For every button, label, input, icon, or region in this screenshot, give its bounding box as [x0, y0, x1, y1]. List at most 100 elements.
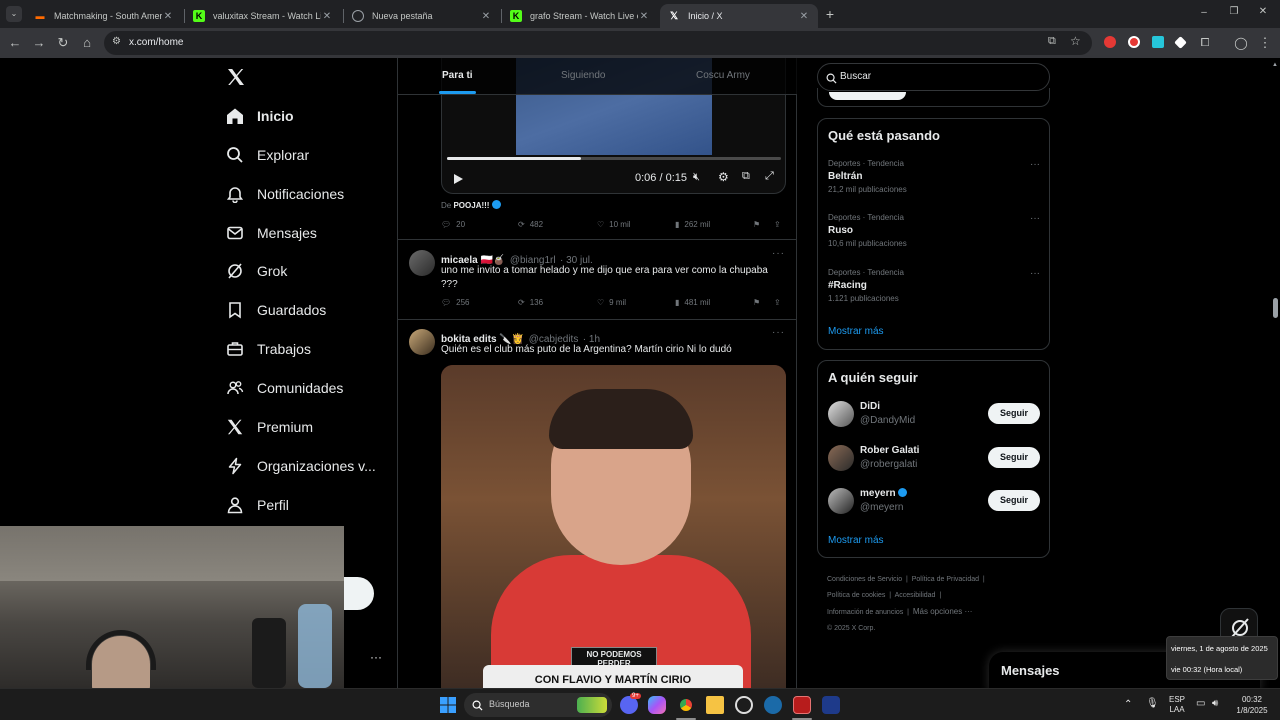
footer-link[interactable]: Accesibilidad: [895, 592, 936, 599]
bookmark-star-icon[interactable]: ☆: [1070, 34, 1081, 48]
post[interactable]: bokita edits 🔪👸 @cabjedits · 1h ··· Quié…: [398, 320, 797, 688]
tab-para-ti[interactable]: Para ti: [442, 70, 473, 81]
sidebar-item-perfil[interactable]: Perfil: [226, 493, 289, 517]
mute-icon[interactable]: 🔇︎: [693, 171, 700, 184]
video-progress-track[interactable]: [447, 157, 781, 160]
follow-suggestion[interactable]: DiDi @DandyMid Seguir: [828, 399, 1040, 429]
tab-close-icon[interactable]: ✕: [798, 11, 810, 22]
network-icon[interactable]: ▭: [1196, 698, 1205, 709]
footer-link[interactable]: Política de Privacidad: [912, 576, 979, 583]
page-scrollbar[interactable]: ▲: [1270, 58, 1280, 688]
sidebar-item-grok[interactable]: Grok: [226, 259, 287, 283]
new-tab-button[interactable]: +: [822, 6, 838, 22]
steam-icon[interactable]: [764, 696, 782, 714]
volume-icon[interactable]: 🔊︎: [1212, 698, 1218, 709]
scrollbar-thumb[interactable]: [1273, 298, 1278, 318]
sidebar-item-guardados[interactable]: Guardados: [226, 298, 326, 322]
avatar[interactable]: [828, 488, 854, 514]
start-button[interactable]: [440, 697, 456, 713]
tab-siguiendo[interactable]: Siguiendo: [561, 70, 605, 81]
extension-icon[interactable]: [1104, 36, 1116, 48]
tab-close-icon[interactable]: ✕: [321, 11, 333, 22]
tab-close-icon[interactable]: ✕: [162, 11, 174, 22]
follow-button[interactable]: Seguir: [988, 403, 1040, 424]
follow-button[interactable]: Seguir: [988, 490, 1040, 511]
trend-item[interactable]: Deportes · Tendencia Ruso 10,6 mil publi…: [828, 213, 1040, 248]
views-button[interactable]: ▮ 481 mil: [675, 298, 710, 307]
scroll-up-arrow[interactable]: ▲: [1272, 62, 1278, 68]
footer-link[interactable]: Información de anuncios: [827, 609, 903, 616]
bookmark-icon[interactable]: ⚑: [753, 298, 760, 307]
footer-link[interactable]: Política de cookies: [827, 592, 885, 599]
footer-link[interactable]: Condiciones de Servicio: [827, 576, 902, 583]
browser-tab-active[interactable]: 𝕏 Inicio / X ✕: [660, 4, 818, 28]
reply-button[interactable]: 💬︎ 20: [441, 220, 465, 229]
post-video[interactable]: NO PODEMOS PERDER CON FLAVIO Y MARTÍN CI…: [441, 365, 786, 688]
microphone-icon[interactable]: 🎙︎: [1146, 698, 1159, 709]
obs-icon[interactable]: [735, 696, 753, 714]
like-button[interactable]: ♡ 10 mil: [597, 220, 631, 229]
sidebar-item-premium[interactable]: Premium: [226, 415, 313, 439]
extension-icon[interactable]: [1174, 36, 1187, 49]
taskbar-search[interactable]: Búsqueda: [464, 693, 612, 717]
trend-more-icon[interactable]: ···: [1030, 268, 1040, 279]
trend-item[interactable]: Deportes · Tendencia #Racing 1.121 publi…: [828, 268, 1040, 303]
post-more-icon[interactable]: ···: [772, 327, 785, 338]
reload-icon[interactable]: ↻: [54, 34, 72, 52]
sidebar-item-trabajos[interactable]: Trabajos: [226, 337, 311, 361]
close-window-button[interactable]: ✕: [1255, 6, 1271, 17]
follow-suggestion[interactable]: Rober Galati @robergalati Seguir: [828, 443, 1040, 473]
copilot-icon[interactable]: [648, 696, 666, 714]
avatar[interactable]: [409, 329, 435, 355]
trend-more-icon[interactable]: ···: [1030, 213, 1040, 224]
post-more-icon[interactable]: ···: [772, 248, 785, 259]
tab-close-icon[interactable]: ✕: [480, 11, 492, 22]
share-icon[interactable]: ⇪: [774, 298, 781, 307]
follow-button[interactable]: Seguir: [988, 447, 1040, 468]
browser-tab[interactable]: Nueva pestaña ✕: [344, 4, 500, 28]
extension-icon[interactable]: [1128, 36, 1140, 48]
post[interactable]: micaela 🇵🇱🧉 @biang1rl · 30 jul. ··· uno …: [398, 240, 797, 320]
back-arrow-icon[interactable]: ←: [6, 34, 24, 52]
tab-close-icon[interactable]: ✕: [638, 11, 650, 22]
share-icon[interactable]: ⇪: [774, 220, 781, 229]
account-more-icon[interactable]: ···: [370, 650, 382, 664]
sidebar-item-notificaciones[interactable]: Notificaciones: [226, 182, 344, 206]
sidebar-item-mensajes[interactable]: Mensajes: [226, 221, 317, 245]
trend-more-icon[interactable]: ···: [1030, 159, 1040, 170]
browser-menu-icon[interactable]: ⋮: [1256, 34, 1274, 52]
kick-app-icon[interactable]: [822, 696, 840, 714]
follow-suggestion[interactable]: meyern @meyern Seguir: [828, 486, 1040, 516]
views-button[interactable]: ▮ 262 mil: [675, 220, 710, 229]
file-explorer-icon[interactable]: [706, 696, 724, 714]
minimize-button[interactable]: –: [1196, 7, 1212, 18]
sidebar-item-explorar[interactable]: Explorar: [226, 143, 309, 167]
browser-tab[interactable]: ▬ Matchmaking - South America ✕: [26, 4, 182, 28]
subscribe-pill[interactable]: [829, 92, 906, 100]
repost-button[interactable]: ⟳ 482: [518, 220, 543, 229]
sidebar-item-comunidades[interactable]: Comunidades: [226, 376, 343, 400]
app-icon[interactable]: [793, 696, 811, 714]
address-bar[interactable]: ⚙ x.com/home ⧉ ☆: [104, 31, 1092, 55]
tab-coscu-army[interactable]: Coscu Army: [696, 70, 750, 81]
profile-icon[interactable]: ◯: [1232, 34, 1250, 52]
avatar[interactable]: [828, 445, 854, 471]
language-indicator[interactable]: ESP LAA: [1166, 695, 1188, 715]
footer-more-options[interactable]: Más opciones ···: [913, 607, 973, 616]
bookmark-icon[interactable]: ⚑: [753, 220, 760, 229]
browser-tab[interactable]: K valuxitax Stream - Watch Live o ✕: [185, 4, 341, 28]
trend-item[interactable]: Deportes · Tendencia Beltrán 21,2 mil pu…: [828, 159, 1040, 194]
site-info-icon[interactable]: ⚙: [112, 36, 121, 47]
from-name[interactable]: POOJA!!!: [453, 201, 489, 210]
sidebar-item-organizaciones[interactable]: Organizaciones v...: [226, 454, 376, 478]
x-logo-icon[interactable]: [226, 67, 246, 87]
tab-search-button[interactable]: ⌄: [6, 6, 22, 22]
show-hidden-icons[interactable]: ⌃: [1124, 699, 1132, 710]
forward-arrow-icon[interactable]: →: [30, 34, 48, 52]
search-input[interactable]: Buscar: [817, 63, 1050, 91]
home-icon[interactable]: ⌂: [78, 34, 96, 52]
repost-button[interactable]: ⟳ 136: [518, 298, 543, 307]
like-button[interactable]: ♡ 9 mil: [597, 298, 626, 307]
reply-button[interactable]: 💬︎ 256: [441, 298, 470, 307]
settings-gear-icon[interactable]: ⚙: [718, 170, 729, 184]
